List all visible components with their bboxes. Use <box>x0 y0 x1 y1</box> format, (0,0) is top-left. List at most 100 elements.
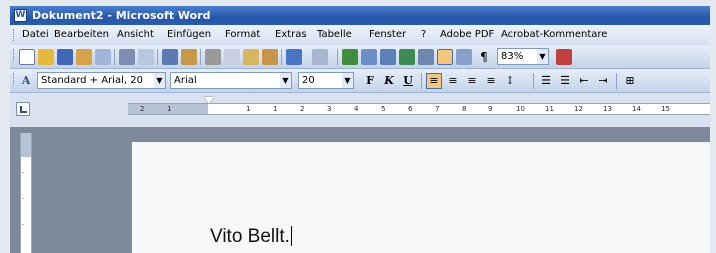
toolbar-separator <box>337 49 338 65</box>
print-preview-icon[interactable] <box>138 49 154 65</box>
style-value: Standard + Arial, 20 <box>41 75 143 86</box>
bullets-icon[interactable]: ☰ <box>557 73 573 89</box>
text-cursor <box>290 226 292 246</box>
help-icon[interactable] <box>556 49 572 65</box>
menu-ansicht[interactable]: Ansicht <box>117 25 154 45</box>
document-text: Vito Bellt. <box>210 226 290 247</box>
ruler-label: 14 <box>632 105 641 113</box>
cut-icon[interactable] <box>205 49 221 65</box>
font-size-select[interactable]: 20 ▼ <box>298 72 354 89</box>
ruler-label: 10 <box>516 105 525 113</box>
document-page[interactable]: Vito Bellt. <box>132 142 710 253</box>
styles-formatting-icon[interactable]: A <box>18 73 34 89</box>
toolbar-separator <box>421 73 422 89</box>
zoom-select[interactable]: 83% ▼ <box>497 48 549 65</box>
tab-selector-icon[interactable] <box>16 102 30 116</box>
indent-marker-icon[interactable] <box>204 97 214 104</box>
style-select[interactable]: Standard + Arial, 20 ▼ <box>37 72 166 89</box>
ruler-label: 1 <box>273 105 278 113</box>
menu-fenster[interactable]: Fenster <box>369 25 406 45</box>
chevron-down-icon[interactable]: ▼ <box>537 49 548 64</box>
line-spacing-icon[interactable]: ↕ <box>502 73 518 89</box>
justify-icon[interactable]: ≡ <box>483 73 499 89</box>
numbering-icon[interactable]: ☰ <box>538 73 554 89</box>
ruler-label: 4 <box>354 105 359 113</box>
toolbar-separator <box>157 49 158 65</box>
zoom-value: 83% <box>501 51 524 62</box>
permission-icon[interactable] <box>76 49 92 65</box>
spelling-icon[interactable] <box>162 49 178 65</box>
vertical-ruler-mark: · <box>22 221 25 229</box>
undo-icon[interactable] <box>286 49 302 65</box>
insert-excel-icon[interactable] <box>399 49 415 65</box>
document-map-icon[interactable] <box>456 49 472 65</box>
ruler-label: 8 <box>462 105 467 113</box>
tables-borders-icon[interactable] <box>361 49 377 65</box>
research-icon[interactable] <box>181 49 197 65</box>
menu-extras[interactable]: Extras <box>275 25 307 45</box>
ruler-label: 6 <box>408 105 413 113</box>
title-bar: W Dokument2 - Microsoft Word <box>10 6 710 25</box>
vertical-ruler[interactable]: · · · <box>20 133 32 253</box>
open-icon[interactable] <box>38 49 54 65</box>
menu-help[interactable]: ? <box>421 25 426 45</box>
horizontal-ruler[interactable]: 2 1 1 1 2 3 4 5 6 7 8 9 10 11 12 13 14 1… <box>128 103 710 115</box>
vertical-ruler-mark: · <box>22 169 25 177</box>
show-formatting-icon[interactable]: ¶ <box>476 49 492 65</box>
italic-button[interactable]: K <box>381 73 397 89</box>
toolbar-separator <box>533 73 534 89</box>
copy-icon[interactable] <box>224 49 240 65</box>
font-value: Arial <box>174 75 197 86</box>
menu-acrobat-kommentare[interactable]: Acrobat-Kommentare <box>501 25 607 45</box>
ruler-row: 2 1 1 1 2 3 4 5 6 7 8 9 10 11 12 13 14 1… <box>10 93 710 127</box>
toolbar-grip-icon[interactable] <box>13 73 16 85</box>
window-title: Dokument2 - Microsoft Word <box>32 9 211 22</box>
align-left-icon[interactable]: ≡ <box>426 73 442 89</box>
ruler-label: 7 <box>435 105 440 113</box>
underline-button[interactable]: U <box>400 73 416 89</box>
increase-indent-icon[interactable]: ⇥ <box>595 73 611 89</box>
decrease-indent-icon[interactable]: ⇤ <box>576 73 592 89</box>
ruler-label: 13 <box>603 105 612 113</box>
toolbar-separator <box>200 49 201 65</box>
word-window: W Dokument2 - Microsoft Word Datei Bearb… <box>10 6 710 253</box>
standard-toolbar: ¶ 83% ▼ <box>10 45 710 69</box>
align-center-icon[interactable]: ≡ <box>445 73 461 89</box>
chevron-down-icon[interactable]: ▼ <box>154 73 165 88</box>
insert-table-icon[interactable] <box>380 49 396 65</box>
bold-button[interactable]: F <box>362 73 378 89</box>
borders-icon[interactable]: ⊞ <box>622 73 638 89</box>
document-text-line[interactable]: Vito Bellt. <box>210 226 292 248</box>
paste-icon[interactable] <box>243 49 259 65</box>
ruler-label: 9 <box>488 105 493 113</box>
ruler-label: 15 <box>661 105 670 113</box>
chevron-down-icon[interactable]: ▼ <box>280 73 291 88</box>
menu-einfuegen[interactable]: Einfügen <box>167 25 211 45</box>
hyperlink-icon[interactable] <box>342 49 358 65</box>
save-icon[interactable] <box>57 49 73 65</box>
toolbar-separator <box>616 73 617 89</box>
menu-format[interactable]: Format <box>225 25 260 45</box>
menu-datei[interactable]: Datei <box>22 25 49 45</box>
chevron-down-icon[interactable]: ▼ <box>342 73 353 88</box>
email-icon[interactable] <box>95 49 111 65</box>
toolbar-separator <box>114 49 115 65</box>
font-size-value: 20 <box>302 75 315 86</box>
menubar-grip-icon[interactable] <box>13 29 16 41</box>
ruler-label: 5 <box>381 105 386 113</box>
toolbar-grip-icon[interactable] <box>13 49 16 61</box>
menu-bearbeiten[interactable]: Bearbeiten <box>54 25 109 45</box>
new-document-icon[interactable] <box>19 49 35 65</box>
columns-icon[interactable] <box>418 49 434 65</box>
menu-adobe-pdf[interactable]: Adobe PDF <box>440 25 494 45</box>
menu-tabelle[interactable]: Tabelle <box>317 25 352 45</box>
ruler-label: 3 <box>327 105 332 113</box>
format-painter-icon[interactable] <box>262 49 278 65</box>
ruler-label: 2 <box>300 105 305 113</box>
font-select[interactable]: Arial ▼ <box>170 72 292 89</box>
print-icon[interactable] <box>119 49 135 65</box>
word-doc-icon: W <box>14 9 27 22</box>
align-right-icon[interactable]: ≡ <box>464 73 480 89</box>
redo-icon[interactable] <box>312 49 328 65</box>
drawing-icon[interactable] <box>437 49 453 65</box>
